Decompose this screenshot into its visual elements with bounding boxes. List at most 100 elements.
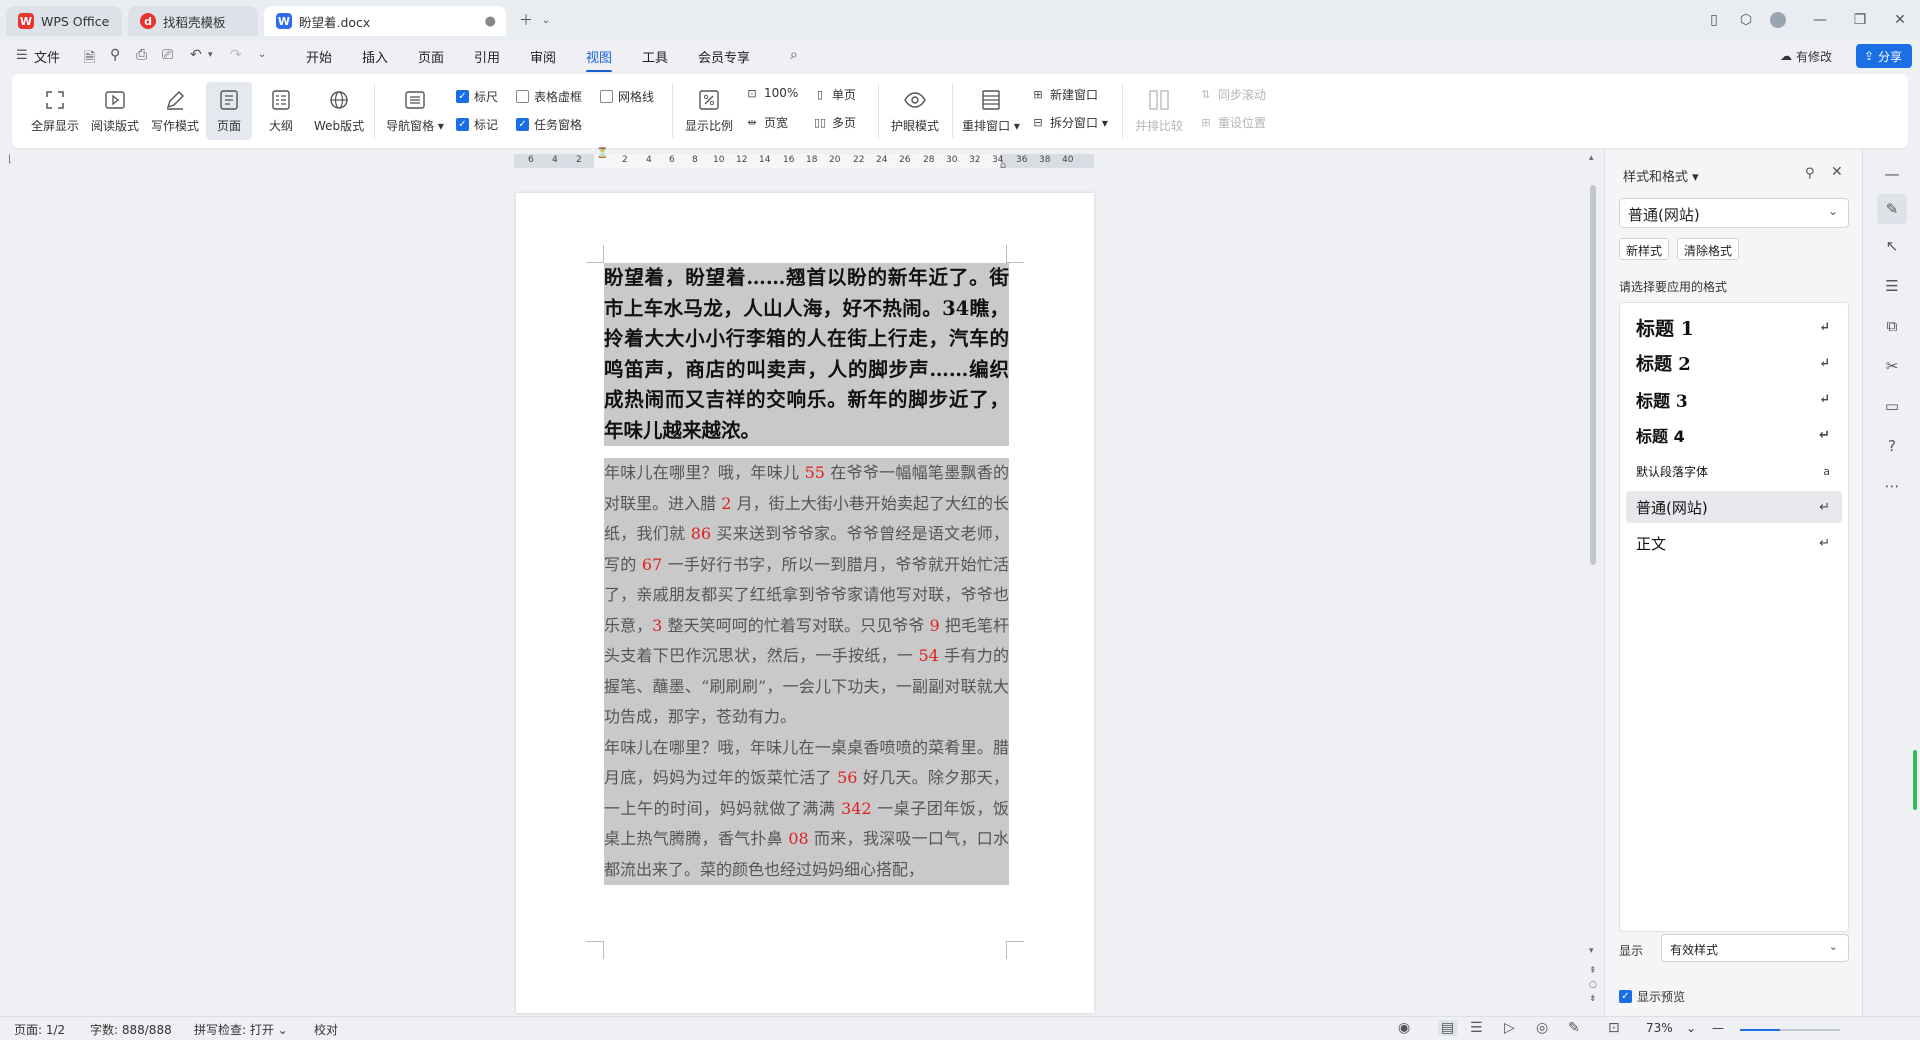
read-mode-button[interactable]: 阅读版式	[86, 82, 144, 140]
vertical-scrollbar[interactable]	[1590, 185, 1596, 565]
zoom-out-icon[interactable]: —	[1712, 1021, 1724, 1035]
eye-mode-button[interactable]: 护眼模式	[886, 82, 944, 140]
close-icon[interactable]: ✕	[1831, 164, 1843, 180]
gridlines-checkbox[interactable]: 网格线	[600, 88, 654, 105]
cube-icon[interactable]: ⬡	[1732, 8, 1760, 32]
tab-docer[interactable]: d 找稻壳模板	[128, 6, 258, 36]
play-icon[interactable]: ▷	[1504, 1020, 1515, 1036]
hamburger-menu-icon[interactable]: ☰	[16, 48, 28, 63]
more-dropdown-icon[interactable]: ⌄	[258, 49, 266, 60]
new-style-button[interactable]: 新样式	[1619, 238, 1670, 260]
modified-button[interactable]: ☁ 有修改	[1772, 44, 1840, 68]
current-style-dropdown[interactable]: 普通(网站) ⌄	[1619, 198, 1849, 228]
print-preview-icon[interactable]: ⎚	[162, 47, 173, 63]
ruler-checkbox[interactable]: ✓ 标尺	[456, 88, 498, 105]
style-default-paragraph-font[interactable]: 默认段落字体 a	[1626, 455, 1842, 487]
ruler-corner-icon[interactable]: ⌊	[8, 154, 12, 165]
menu-review[interactable]: 审阅	[530, 47, 556, 66]
fullscreen-button[interactable]: 全屏显示	[26, 82, 84, 140]
chevron-down-icon[interactable]: ⌄	[532, 8, 560, 32]
share-button[interactable]: ⇪ 分享	[1856, 44, 1912, 68]
heading-paragraph[interactable]: 盼望着，盼望着……翘首以盼的新年近了。街市上车水马龙，人山人海，好不热闹。34瞧…	[604, 263, 1009, 446]
globe-icon[interactable]: ◎	[1536, 1020, 1548, 1036]
tools-icon[interactable]: ✂	[1880, 354, 1904, 378]
prev-page-icon[interactable]: ⇞	[1589, 966, 1597, 976]
zoom-button[interactable]: 显示比例	[680, 82, 738, 140]
table-grid-checkbox[interactable]: 表格虚框	[516, 88, 582, 105]
style-heading-4[interactable]: 标题 4 ↵	[1626, 419, 1842, 451]
style-heading-2[interactable]: 标题 2 ↵	[1626, 347, 1842, 379]
edit-image-icon[interactable]: ⧉	[1880, 314, 1904, 338]
book-icon[interactable]: ▭	[1880, 394, 1904, 418]
close-icon[interactable]: ✕	[1886, 8, 1914, 32]
sliders-icon[interactable]: ☰	[1880, 274, 1904, 298]
chevron-down-icon[interactable]: ⌄	[1686, 1021, 1696, 1035]
page-width-button[interactable]: ⇹ 页宽	[744, 114, 788, 131]
style-body-text[interactable]: 正文 ↵	[1626, 527, 1842, 559]
menu-tools[interactable]: 工具	[642, 47, 668, 66]
page-view-button[interactable]: 页面	[206, 82, 252, 140]
avatar[interactable]	[1764, 8, 1792, 32]
browse-object-icon[interactable]: ○	[1589, 980, 1597, 990]
style-heading-1[interactable]: 标题 1 ↵	[1626, 311, 1842, 343]
show-preview-checkbox[interactable]: ✓ 显示预览	[1619, 988, 1685, 1005]
new-window-button[interactable]: ⊞ 新建窗口	[1030, 86, 1098, 103]
multi-page-button[interactable]: ▯▯ 多页	[812, 114, 856, 131]
menu-references[interactable]: 引用	[474, 47, 500, 66]
style-heading-3[interactable]: 标题 3 ↵	[1626, 383, 1842, 415]
split-window-button[interactable]: ⊟ 拆分窗口 ▾	[1030, 114, 1107, 131]
single-page-button[interactable]: ▯ 单页	[812, 86, 856, 103]
page-count[interactable]: 页面: 1/2	[14, 1021, 65, 1038]
marks-checkbox[interactable]: ✓ 标记	[456, 116, 498, 133]
unsaved-dot-icon[interactable]: ●	[485, 14, 496, 29]
fit-icon[interactable]: ⊡	[1608, 1020, 1620, 1036]
search-icon[interactable]: ⌕	[790, 47, 798, 63]
nav-pane-button[interactable]: 导航窗格 ▾	[382, 82, 448, 140]
select-cursor-icon[interactable]: ↖	[1880, 234, 1904, 258]
rearrange-window-button[interactable]: 重排窗口 ▾	[960, 82, 1022, 140]
next-page-icon[interactable]: ⇟	[1589, 994, 1597, 1004]
word-count[interactable]: 字数: 888/888	[90, 1021, 172, 1038]
side-by-side-button[interactable]: 并排比较	[1130, 82, 1188, 140]
restore-icon[interactable]: ❐	[1846, 8, 1874, 32]
menu-view[interactable]: 视图	[586, 47, 613, 72]
collapse-icon[interactable]: —	[1880, 162, 1904, 186]
right-indent-marker-icon[interactable]: ⌂	[1000, 160, 1006, 171]
sync-scroll-button[interactable]: ⇅ 同步滚动	[1198, 86, 1266, 103]
minimize-icon[interactable]: —	[1806, 8, 1834, 32]
more-icon[interactable]: ⋯	[1880, 474, 1904, 498]
zoom-100-button[interactable]: ⊡ 100%	[744, 86, 798, 100]
undo-dropdown-icon[interactable]: ▾	[208, 50, 213, 60]
write-mode-button[interactable]: 写作模式	[146, 82, 204, 140]
proofread-button[interactable]: 校对	[314, 1021, 338, 1038]
undo-icon[interactable]: ↶	[190, 47, 202, 63]
document-text[interactable]: 盼望着，盼望着……翘首以盼的新年近了。街市上车水马龙，人山人海，好不热闹。34瞧…	[604, 263, 1009, 885]
scroll-down-icon[interactable]: ▾	[1589, 946, 1594, 956]
menu-member[interactable]: 会员专享	[698, 47, 750, 66]
layout-icon[interactable]: ▯	[1700, 8, 1728, 32]
web-layout-button[interactable]: Web版式	[310, 82, 368, 140]
tab-wps-office[interactable]: W WPS Office	[6, 6, 122, 36]
menu-start[interactable]: 开始	[306, 47, 332, 66]
pin-icon[interactable]: ⚲	[1805, 166, 1815, 181]
page-view-icon[interactable]: ▤	[1438, 1020, 1458, 1036]
eye-icon[interactable]: ◉	[1398, 1020, 1410, 1036]
help-icon[interactable]: ?	[1880, 434, 1904, 458]
body-paragraph-1[interactable]: 年味儿在哪里？哦，年味儿 55 在爷爷一幅幅笔墨飘香的对联里。进入腊 2 月，街…	[604, 458, 1009, 733]
zoom-level[interactable]: 73%	[1646, 1021, 1673, 1035]
clear-format-button[interactable]: 清除格式	[1677, 238, 1740, 260]
pen-icon[interactable]: ✎	[1568, 1020, 1580, 1036]
export-icon[interactable]: ⚲	[110, 47, 120, 63]
menu-insert[interactable]: 插入	[362, 47, 388, 66]
document-page[interactable]: 盼望着，盼望着……翘首以盼的新年近了。街市上车水马龙，人山人海，好不热闹。34瞧…	[516, 193, 1094, 1013]
panel-title[interactable]: 样式和格式 ▾	[1623, 166, 1699, 185]
save-icon[interactable]: 🗎	[84, 47, 95, 71]
print-icon[interactable]: ⎙	[136, 47, 147, 63]
task-pane-checkbox[interactable]: ✓ 任务窗格	[516, 116, 582, 133]
tab-document[interactable]: W 盼望着.docx ●	[264, 6, 506, 36]
redo-icon[interactable]: ↷	[230, 47, 242, 63]
style-normal-web[interactable]: 普通(网站) ↵	[1626, 491, 1842, 523]
indent-marker-icon[interactable]: ⏳	[596, 148, 608, 159]
body-paragraph-2[interactable]: 年味儿在哪里？哦，年味儿在一桌桌香喷喷的菜肴里。腊月底，妈妈为过年的饭菜忙活了 …	[604, 732, 1009, 885]
style-brush-icon[interactable]: ✎	[1877, 194, 1907, 224]
